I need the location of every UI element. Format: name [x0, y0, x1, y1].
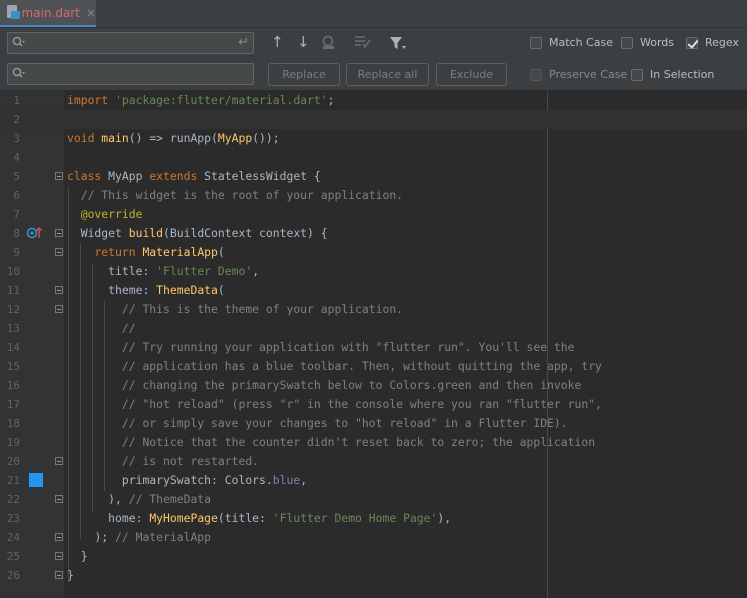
code-line[interactable]: 3 void main() => runApp(MyApp());	[0, 129, 747, 148]
regex-checkbox[interactable]: Regex	[686, 36, 739, 49]
code-line[interactable]: 26 }	[0, 566, 747, 585]
code-line-current[interactable]: 2	[0, 110, 747, 129]
code-line[interactable]: 1 import 'package:flutter/material.dart'…	[0, 91, 747, 110]
fold-end-icon[interactable]	[55, 457, 63, 465]
fold-end-icon[interactable]	[55, 533, 63, 541]
code-line[interactable]: 6 // This widget is the root of your app…	[0, 186, 747, 205]
words-box[interactable]	[621, 36, 633, 49]
words-label: Words	[640, 36, 675, 49]
preserve-case-checkbox[interactable]: Preserve Case	[530, 68, 627, 81]
fold-end-icon[interactable]	[55, 495, 63, 503]
match-case-checkbox[interactable]: Match Case	[530, 36, 613, 49]
replace-history-icon[interactable]	[12, 67, 26, 81]
code-line[interactable]: 22 ), // ThemeData	[0, 490, 747, 509]
next-occurrence-icon[interactable]: ↓	[297, 33, 310, 51]
in-selection-checkbox[interactable]: In Selection	[631, 68, 714, 81]
words-checkbox[interactable]: Words	[621, 36, 674, 49]
select-all-occurrences-icon[interactable]	[354, 35, 372, 51]
preserve-case-box[interactable]	[530, 68, 542, 81]
code-line[interactable]: 17 // "hot reload" (press "r" in the con…	[0, 395, 747, 414]
in-selection-label: In Selection	[650, 68, 715, 81]
code-line[interactable]: 15 // application has a blue toolbar. Th…	[0, 357, 747, 376]
code-line[interactable]: 5 class MyApp extends StatelessWidget {	[0, 167, 747, 186]
code-line[interactable]: 20 // is not restarted.	[0, 452, 747, 471]
fold-icon[interactable]	[55, 229, 63, 237]
code-editor[interactable]: 1 import 'package:flutter/material.dart'…	[0, 91, 747, 598]
override-method-icon[interactable]	[26, 225, 44, 241]
code-line[interactable]: 16 // changing the primarySwatch below t…	[0, 376, 747, 395]
tab-main-dart[interactable]: main.dart ×	[0, 0, 96, 27]
code-line[interactable]: 13 //	[0, 319, 747, 338]
code-line[interactable]: 9 return MaterialApp(	[0, 243, 747, 262]
fold-icon[interactable]	[55, 172, 63, 180]
in-selection-box[interactable]	[631, 68, 643, 81]
code-line[interactable]: 25 }	[0, 547, 747, 566]
preserve-case-label: Preserve Case	[549, 68, 628, 81]
match-case-label: Match Case	[549, 36, 613, 49]
fold-icon[interactable]	[55, 248, 63, 256]
regex-label: Regex	[705, 36, 739, 49]
tab-label: main.dart	[21, 5, 80, 20]
code-line[interactable]: 24 ); // MaterialApp	[0, 528, 747, 547]
search-input[interactable]: ↵	[7, 32, 254, 54]
replace-input[interactable]	[7, 63, 254, 85]
code-line[interactable]: 14 // Try running your application with …	[0, 338, 747, 357]
dart-file-icon	[6, 5, 20, 20]
previous-occurrence-icon[interactable]: ↑	[271, 33, 284, 51]
find-all-icon[interactable]	[321, 35, 337, 51]
fold-icon[interactable]	[55, 305, 63, 313]
match-case-box[interactable]	[530, 36, 542, 49]
code-line[interactable]: 23 home: MyHomePage(title: 'Flutter Demo…	[0, 509, 747, 528]
regex-box[interactable]	[686, 36, 698, 49]
code-line[interactable]: 4	[0, 148, 747, 167]
color-swatch-icon[interactable]	[29, 473, 43, 487]
replace-button[interactable]: Replace	[268, 63, 340, 86]
code-line[interactable]: 11 theme: ThemeData(	[0, 281, 747, 300]
code-line[interactable]: 8 Widget build(BuildContext context) {	[0, 224, 747, 243]
code-line[interactable]: 12 // This is the theme of your applicat…	[0, 300, 747, 319]
close-tab-icon[interactable]: ×	[86, 6, 96, 20]
exclude-button[interactable]: Exclude	[436, 63, 507, 86]
replace-all-button[interactable]: Replace all	[346, 63, 429, 86]
code-line[interactable]: 10 title: 'Flutter Demo',	[0, 262, 747, 281]
editor-tab-bar: main.dart ×	[0, 0, 747, 28]
code-line[interactable]: 19 // Notice that the counter didn't res…	[0, 433, 747, 452]
filter-icon[interactable]	[389, 35, 407, 51]
find-replace-bar: ↵ ↑ ↓ Replace Replace all Exclude Match …	[0, 28, 747, 91]
search-history-icon[interactable]	[12, 36, 26, 50]
code-line[interactable]: 21 primarySwatch: Colors.blue,	[0, 471, 747, 490]
fold-icon[interactable]	[55, 286, 63, 294]
code-line[interactable]: 7 @override	[0, 205, 747, 224]
fold-end-icon[interactable]	[55, 571, 63, 579]
code-line[interactable]: 18 // or simply save your changes to "ho…	[0, 414, 747, 433]
fold-end-icon[interactable]	[55, 552, 63, 560]
new-line-icon[interactable]: ↵	[238, 35, 249, 50]
